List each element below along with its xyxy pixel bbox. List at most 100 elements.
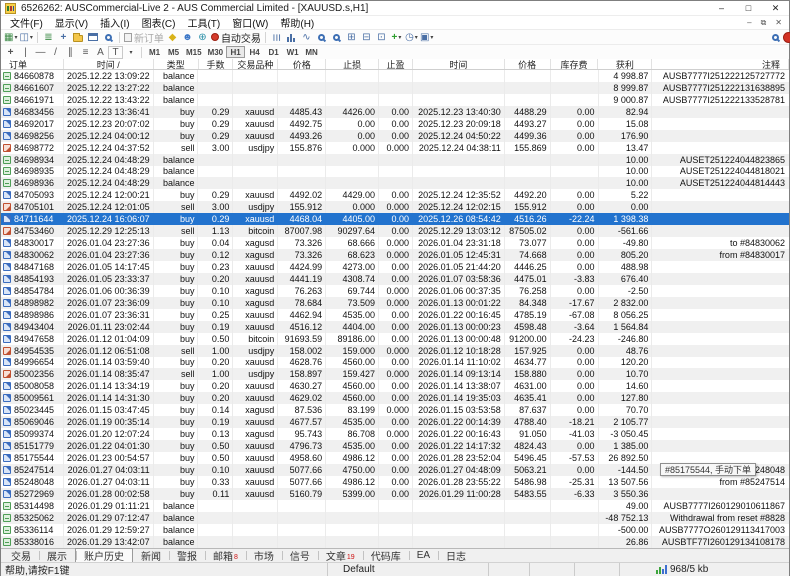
tab-信号[interactable]: 信号 xyxy=(282,549,318,562)
horizontal-line-tool-button[interactable]: — xyxy=(33,46,48,59)
menu-item[interactable]: 帮助(H) xyxy=(274,15,320,30)
history-row[interactable]: 85336114 2026.01.29 12:59:27 balance -50… xyxy=(1,524,789,536)
history-row[interactable]: 85008058 2026.01.14 13:34:19 buy 0.20 xa… xyxy=(1,380,789,392)
market-watch-button[interactable]: ≣ xyxy=(41,31,56,44)
tab-市场[interactable]: 市场 xyxy=(246,549,282,562)
mdi-close-icon[interactable]: ✕ xyxy=(775,18,782,28)
tab-邮箱[interactable]: 邮箱8 xyxy=(205,549,246,562)
history-row[interactable]: 84753460 2025.12.29 12:25:13 sell 1.13 b… xyxy=(1,225,789,237)
autotrading-button[interactable]: 自动交易 xyxy=(210,31,262,44)
profiles-button[interactable]: ◫ ▾ xyxy=(18,31,33,44)
close-button[interactable]: ✕ xyxy=(762,1,789,16)
history-row[interactable]: 84898986 2026.01.07 23:36:31 buy 0.25 xa… xyxy=(1,309,789,321)
history-row[interactable]: 84660878 2025.12.22 13:09:22 balance 4 9… xyxy=(1,70,789,82)
crosshair-tool-button[interactable]: + xyxy=(3,46,18,59)
history-row[interactable]: 85099374 2026.01.20 12:07:24 buy 0.13 xa… xyxy=(1,428,789,440)
history-row[interactable]: 85325062 2026.01.29 07:12:47 balance -48… xyxy=(1,512,789,524)
column-header-sl[interactable]: 止损 xyxy=(326,59,379,69)
website-button[interactable]: ⊕ xyxy=(195,31,210,44)
navigator-button[interactable] xyxy=(71,31,86,44)
history-row[interactable]: 85248048 2026.01.27 04:03:11 buy 0.33 xa… xyxy=(1,476,789,488)
tab-文章[interactable]: 文章19 xyxy=(318,549,363,562)
search-button[interactable] xyxy=(768,31,783,44)
fibonacci-tool-button[interactable]: ≡ xyxy=(78,46,93,59)
tab-日志[interactable]: 日志 xyxy=(438,549,474,562)
history-row[interactable]: 84698772 2025.12.24 04:37:52 sell 3.00 u… xyxy=(1,142,789,154)
terminal-button[interactable] xyxy=(86,31,101,44)
templates-button[interactable]: ▣ ▾ xyxy=(419,31,434,44)
periods-button[interactable]: ◷ ▾ xyxy=(404,31,419,44)
history-row[interactable]: 84847168 2026.01.05 14:17:45 buy 0.23 xa… xyxy=(1,261,789,273)
new-chart-button[interactable]: ▦ ▾ xyxy=(3,31,18,44)
history-row[interactable]: 84830062 2026.01.04 23:27:36 buy 0.12 xa… xyxy=(1,249,789,261)
tab-代码库[interactable]: 代码库 xyxy=(363,549,409,562)
column-header-symbol[interactable]: 交易品种 xyxy=(233,59,278,69)
history-row[interactable]: 85272969 2026.01.28 00:02:58 buy 0.11 xa… xyxy=(1,488,789,500)
label-tool-button[interactable]: T xyxy=(108,46,123,59)
arrows-tool-button[interactable]: ▾ xyxy=(123,46,138,59)
tab-账户历史[interactable]: 账户历史 xyxy=(75,548,133,562)
vertical-line-tool-button[interactable]: | xyxy=(18,46,33,59)
history-row[interactable]: 84711644 2025.12.24 16:06:07 buy 0.29 xa… xyxy=(1,213,789,225)
history-row[interactable]: 84698934 2025.12.24 04:48:29 balance 10.… xyxy=(1,154,789,166)
history-row[interactable]: 84854784 2026.01.06 00:36:39 buy 0.10 xa… xyxy=(1,285,789,297)
zoom-out-button[interactable] xyxy=(329,31,344,44)
menu-item[interactable]: 工具(T) xyxy=(181,15,226,30)
column-header-price2[interactable]: 价格 xyxy=(505,59,551,69)
history-row[interactable]: 84854193 2026.01.05 23:33:37 buy 0.20 xa… xyxy=(1,273,789,285)
history-row[interactable]: 85069046 2026.01.19 00:35:14 buy 0.19 xa… xyxy=(1,416,789,428)
column-header-profit[interactable]: 获利 xyxy=(598,59,652,69)
menu-item[interactable]: 图表(C) xyxy=(136,15,182,30)
tab-展示[interactable]: 展示 xyxy=(39,549,75,562)
strategy-tester-button[interactable] xyxy=(101,31,116,44)
zoom-in-button[interactable] xyxy=(314,31,329,44)
history-row[interactable]: 84698256 2025.12.24 04:00:12 buy 0.29 xa… xyxy=(1,130,789,142)
tab-警报[interactable]: 警报 xyxy=(169,549,205,562)
history-row[interactable]: 84705101 2025.12.24 12:01:05 sell 3.00 u… xyxy=(1,201,789,213)
candlestick-chart-button[interactable] xyxy=(284,31,299,44)
history-row[interactable]: 84683456 2025.12.23 13:36:41 buy 0.29 xa… xyxy=(1,106,789,118)
column-header-order[interactable]: 订单 xyxy=(1,59,64,69)
history-row[interactable]: 84943404 2026.01.11 23:02:44 buy 0.19 xa… xyxy=(1,321,789,333)
community-button[interactable]: ☻ xyxy=(180,31,195,44)
maximize-button[interactable]: □ xyxy=(735,1,762,16)
bar-chart-button[interactable]: ☰ xyxy=(269,31,284,44)
column-header-comment[interactable]: 注释 xyxy=(652,59,789,69)
metaeditor-button[interactable]: ◆ xyxy=(165,31,180,44)
mdi-restore-icon[interactable]: ⧉ xyxy=(761,18,767,28)
timeframe-button-h1[interactable]: H1 xyxy=(226,46,245,58)
history-row[interactable]: 85151779 2026.01.22 04:01:30 buy 0.50 xa… xyxy=(1,440,789,452)
column-header-price[interactable]: 价格 xyxy=(278,59,326,69)
history-row[interactable]: 84898982 2026.01.07 23:36:09 buy 0.10 xa… xyxy=(1,297,789,309)
indicators-button[interactable]: + ▾ xyxy=(389,31,404,44)
history-row[interactable]: 84954535 2026.01.12 06:51:08 sell 1.00 u… xyxy=(1,345,789,357)
minimize-button[interactable]: – xyxy=(708,1,735,16)
timeframe-button-w1[interactable]: W1 xyxy=(283,46,302,58)
text-tool-button[interactable]: A xyxy=(93,46,108,59)
channel-tool-button[interactable]: ∥ xyxy=(63,46,78,59)
menu-item[interactable]: 显示(V) xyxy=(49,15,94,30)
timeframe-button-h4[interactable]: H4 xyxy=(245,46,264,58)
history-row[interactable]: 85338016 2026.01.29 13:42:07 balance 26.… xyxy=(1,536,789,548)
tab-新闻[interactable]: 新闻 xyxy=(133,549,169,562)
history-row[interactable]: 84698935 2025.12.24 04:48:29 balance 10.… xyxy=(1,166,789,178)
column-header-tp[interactable]: 止盈 xyxy=(379,59,413,69)
timeframe-button-m15[interactable]: M15 xyxy=(183,46,205,58)
timeframe-button-m1[interactable]: M1 xyxy=(145,46,164,58)
notification-badge-icon[interactable] xyxy=(783,32,790,43)
history-row[interactable]: 85009561 2026.01.14 14:31:30 buy 0.20 xa… xyxy=(1,392,789,404)
history-row[interactable]: 84947658 2026.01.12 01:04:09 buy 0.50 bi… xyxy=(1,333,789,345)
new-order-button[interactable]: 新订单 xyxy=(123,31,165,44)
history-row[interactable]: 85023445 2026.01.15 03:47:45 buy 0.14 xa… xyxy=(1,404,789,416)
timeframe-button-m30[interactable]: M30 xyxy=(205,46,227,58)
timeframe-button-m5[interactable]: M5 xyxy=(164,46,183,58)
timeframe-button-mn[interactable]: MN xyxy=(302,46,321,58)
auto-scroll-button[interactable]: ⊟ xyxy=(359,31,374,44)
trendline-tool-button[interactable]: / xyxy=(48,46,63,59)
column-header-lots[interactable]: 手数 xyxy=(199,59,234,69)
history-row[interactable]: 84692017 2025.12.23 20:07:02 buy 0.29 xa… xyxy=(1,118,789,130)
menu-item[interactable]: 窗口(W) xyxy=(226,15,274,30)
history-row[interactable]: 84698936 2025.12.24 04:48:29 balance 10.… xyxy=(1,177,789,189)
tile-windows-button[interactable]: ⊞ xyxy=(344,31,359,44)
history-row[interactable]: 84661607 2025.12.22 13:27:22 balance 8 9… xyxy=(1,82,789,94)
